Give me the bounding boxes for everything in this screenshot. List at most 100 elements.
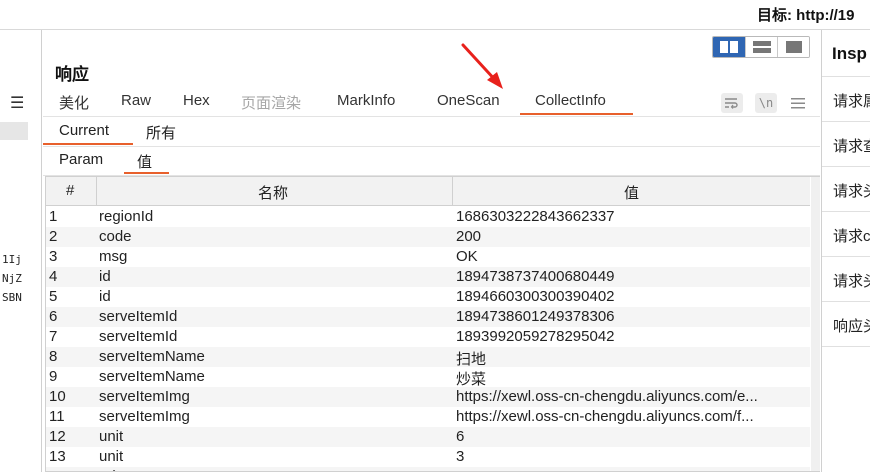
- inspector-title: Insp: [832, 44, 867, 63]
- row-name: id: [99, 268, 111, 285]
- inspector-item[interactable]: 请求头: [822, 256, 870, 301]
- row-value: 1686303222843662337: [456, 208, 615, 225]
- column-header-name[interactable]: 名称: [258, 182, 288, 203]
- table-row[interactable]: 2 code 200: [46, 227, 810, 247]
- row-index: 10: [49, 388, 66, 405]
- table-row[interactable]: 10 serveItemImg https://xewl.oss-cn-chengd…: [46, 387, 810, 407]
- row-index: 8: [49, 348, 58, 365]
- row-value: 1894660300300390402: [456, 288, 615, 305]
- row-name: serveItemId: [99, 308, 178, 325]
- row-name: serveItemImg: [99, 408, 190, 425]
- row-index: 7: [49, 328, 58, 345]
- table-row[interactable]: 5 id 1894660300300390402: [46, 287, 810, 307]
- tab-onescan[interactable]: OneScan: [437, 92, 500, 109]
- inspector-item[interactable]: 请求头: [822, 166, 870, 211]
- table-row[interactable]: 6 serveItemId 1894738601249378306: [46, 307, 810, 327]
- row-name: msg: [99, 248, 128, 265]
- table-row[interactable]: 4 id 1894738737400680449: [46, 267, 810, 287]
- tab-all[interactable]: 所有: [146, 122, 176, 143]
- row-index: 2: [49, 228, 58, 245]
- table-row[interactable]: 8 serveItemName 扫地: [46, 347, 810, 368]
- row-index: 14: [49, 468, 94, 471]
- collect-table: # 名称 值 1 regionId 1686303222843662337 2 code…: [45, 176, 820, 472]
- row-name: serveItemName: [99, 368, 205, 385]
- inspector-item-label: 请求c: [833, 228, 870, 245]
- row-name: unit: [99, 428, 124, 445]
- split-horizontal-icon[interactable]: [713, 37, 745, 57]
- newline-icon[interactable]: \n: [755, 93, 777, 113]
- column-header-value[interactable]: 值: [624, 182, 639, 203]
- row-index: 9: [49, 368, 58, 385]
- request-panel: ☰ 1Ij NjZ SBN: [0, 30, 42, 472]
- row-value: OK: [456, 248, 478, 265]
- active-tab-indicator: [520, 113, 633, 115]
- table-row[interactable]: 3 msg OK: [46, 247, 810, 267]
- inspector-item-label: 响应头: [833, 318, 870, 335]
- tab-markinfo[interactable]: MarkInfo: [337, 92, 395, 109]
- row-index: 1: [49, 208, 58, 225]
- response-title: 响应: [55, 65, 89, 84]
- row-name: id: [99, 288, 111, 305]
- target-label: 目标: http://19: [757, 7, 855, 24]
- request-selected-line: [0, 122, 28, 140]
- tab-raw[interactable]: Raw: [121, 92, 151, 109]
- row-value: 1894738601249378306: [456, 308, 615, 325]
- row-name: price: [99, 468, 449, 471]
- table-row[interactable]: 11 serveItemImg https://xewl.oss-cn-chengd…: [46, 407, 810, 427]
- tab-beautify[interactable]: 美化: [59, 92, 89, 113]
- inspector-panel: Insp 请求属 请求查 请求头 请求c 请求头 响应头: [821, 30, 870, 472]
- row-value: 1893992059278295042: [456, 328, 615, 345]
- top-bar: 目标: http://19: [0, 0, 870, 30]
- request-code-line: SBN: [2, 291, 22, 304]
- column-header-index[interactable]: #: [66, 182, 74, 199]
- table-row[interactable]: 7 serveItemId 1893992059278295042: [46, 327, 810, 347]
- row-name: serveItemName: [99, 348, 205, 365]
- table-row[interactable]: 14 price 0.00: [46, 467, 810, 471]
- inspector-item-label: 请求属: [833, 93, 870, 110]
- inspector-item[interactable]: 响应头: [822, 301, 870, 346]
- row-name: unit: [99, 448, 124, 465]
- request-code-line: 1Ij: [2, 253, 22, 266]
- row-index: 12: [49, 428, 66, 445]
- tab-hex[interactable]: Hex: [183, 92, 210, 109]
- tab-collectinfo[interactable]: CollectInfo: [535, 92, 606, 109]
- inspector-divider: [822, 346, 870, 348]
- table-row[interactable]: 13 unit 3: [46, 447, 810, 467]
- menu-icon[interactable]: [787, 93, 809, 113]
- row-value: 3: [456, 448, 465, 465]
- inspector-item-label: 请求头: [833, 273, 870, 290]
- active-valuetab-indicator: [124, 172, 169, 174]
- layout-toggle: [712, 36, 810, 58]
- tab-render[interactable]: 页面渲染: [241, 92, 301, 113]
- response-tabs: 美化 Raw Hex 页面渲染 MarkInfo OneScan Collect…: [43, 88, 820, 117]
- inspector-item[interactable]: 请求属: [822, 76, 870, 121]
- vertical-scrollbar[interactable]: [811, 177, 820, 471]
- row-index: 6: [49, 308, 58, 325]
- table-row[interactable]: 9 serveItemName 炒菜: [46, 367, 810, 388]
- tab-value[interactable]: 值: [137, 151, 152, 172]
- hamburger-icon[interactable]: ☰: [10, 93, 24, 113]
- sub-tabs: Current 所有: [43, 118, 820, 147]
- table-header: # 名称 值: [46, 177, 810, 206]
- table-row[interactable]: 1 regionId 1686303222843662337: [46, 207, 810, 227]
- row-value: 扫地: [456, 351, 487, 368]
- tab-current[interactable]: Current: [59, 122, 109, 139]
- wrap-icon[interactable]: [721, 93, 743, 113]
- inspector-item[interactable]: 请求查: [822, 121, 870, 166]
- row-index: 11: [49, 408, 65, 425]
- row-index: 3: [49, 248, 58, 265]
- row-value: https://xewl.oss-cn-chengdu.aliyuncs.com…: [456, 408, 754, 425]
- row-name: serveItemId: [99, 328, 178, 345]
- single-pane-icon[interactable]: [777, 37, 809, 57]
- row-name: serveItemImg: [99, 388, 190, 405]
- split-vertical-icon[interactable]: [745, 37, 777, 57]
- table-row[interactable]: 12 unit 6: [46, 427, 810, 447]
- inspector-item[interactable]: 请求c: [822, 211, 870, 256]
- inspector-item-label: 请求头: [833, 183, 870, 200]
- request-code-line: NjZ: [2, 272, 22, 285]
- value-tabs: Param 值: [43, 147, 820, 176]
- row-index: 13: [49, 448, 66, 465]
- row-value: 炒菜: [456, 371, 487, 388]
- row-name: regionId: [99, 208, 154, 225]
- tab-param[interactable]: Param: [59, 151, 103, 168]
